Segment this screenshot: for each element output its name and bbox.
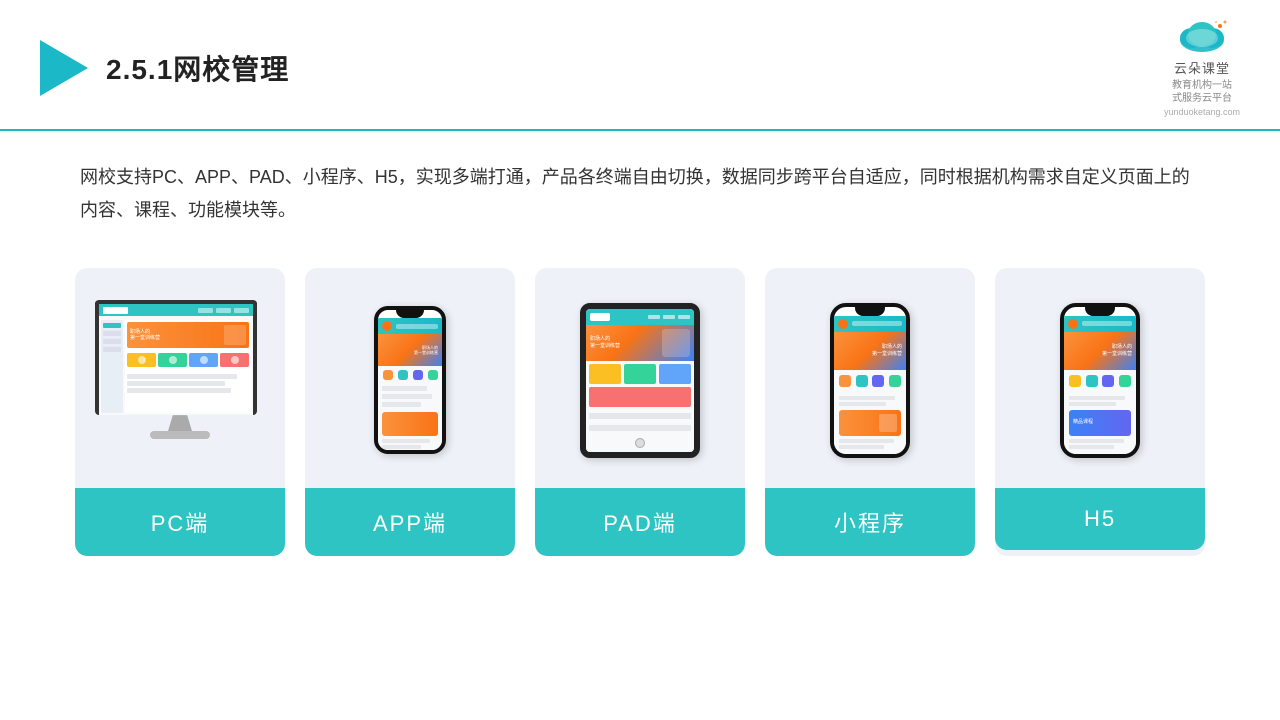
logo-triangle-icon bbox=[40, 40, 88, 96]
card-miniprogram-label: 小程序 bbox=[765, 488, 975, 556]
card-miniprogram: 职场人的第一堂训练营 bbox=[765, 268, 975, 556]
card-pad-label: PAD端 bbox=[535, 488, 745, 556]
page-title: 2.5.1网校管理 bbox=[106, 48, 289, 88]
brand-logo: 云朵课堂 教育机构一站式服务云平台 yunduoketang.com bbox=[1164, 18, 1240, 117]
tablet-device: 职场人的第一堂训练营 bbox=[580, 303, 700, 458]
card-app: 职场人的第一堂训练营 bbox=[305, 268, 515, 556]
brand-icon bbox=[1172, 18, 1232, 56]
brand-slogan: 教育机构一站式服务云平台 bbox=[1172, 79, 1232, 105]
card-app-label: APP端 bbox=[305, 488, 515, 556]
card-pc-image: 职场人的第一堂训练营 bbox=[75, 268, 285, 488]
phone-device-h5: 职场人的第一堂训练营 精品课程 bbox=[1060, 303, 1140, 458]
header-left: 2.5.1网校管理 bbox=[40, 40, 289, 96]
description-text: 网校支持PC、APP、PAD、小程序、H5，实现多端打通，产品各终端自由切换，数… bbox=[0, 131, 1280, 238]
phone-device-app: 职场人的第一堂训练营 bbox=[374, 306, 446, 454]
card-pc-label: PC端 bbox=[75, 488, 285, 556]
card-pad-image: 职场人的第一堂训练营 bbox=[535, 268, 745, 488]
card-h5-image: 职场人的第一堂训练营 精品课程 bbox=[995, 268, 1205, 488]
card-pc: 职场人的第一堂训练营 bbox=[75, 268, 285, 556]
header: 2.5.1网校管理 云朵课堂 教育机构一站式服务云平台 yunduoketang… bbox=[0, 0, 1280, 131]
card-pad: 职场人的第一堂训练营 PAD端 bbox=[535, 268, 745, 556]
card-h5: 职场人的第一堂训练营 精品课程 bbox=[995, 268, 1205, 556]
brand-url: yunduoketang.com bbox=[1164, 107, 1240, 117]
cards-container: 职场人的第一堂训练营 bbox=[0, 238, 1280, 576]
monitor-device: 职场人的第一堂训练营 bbox=[95, 300, 265, 460]
card-h5-label: H5 bbox=[995, 488, 1205, 550]
card-app-image: 职场人的第一堂训练营 bbox=[305, 268, 515, 488]
brand-name: 云朵课堂 bbox=[1174, 58, 1230, 77]
card-miniprogram-image: 职场人的第一堂训练营 bbox=[765, 268, 975, 488]
phone-device-mini: 职场人的第一堂训练营 bbox=[830, 303, 910, 458]
